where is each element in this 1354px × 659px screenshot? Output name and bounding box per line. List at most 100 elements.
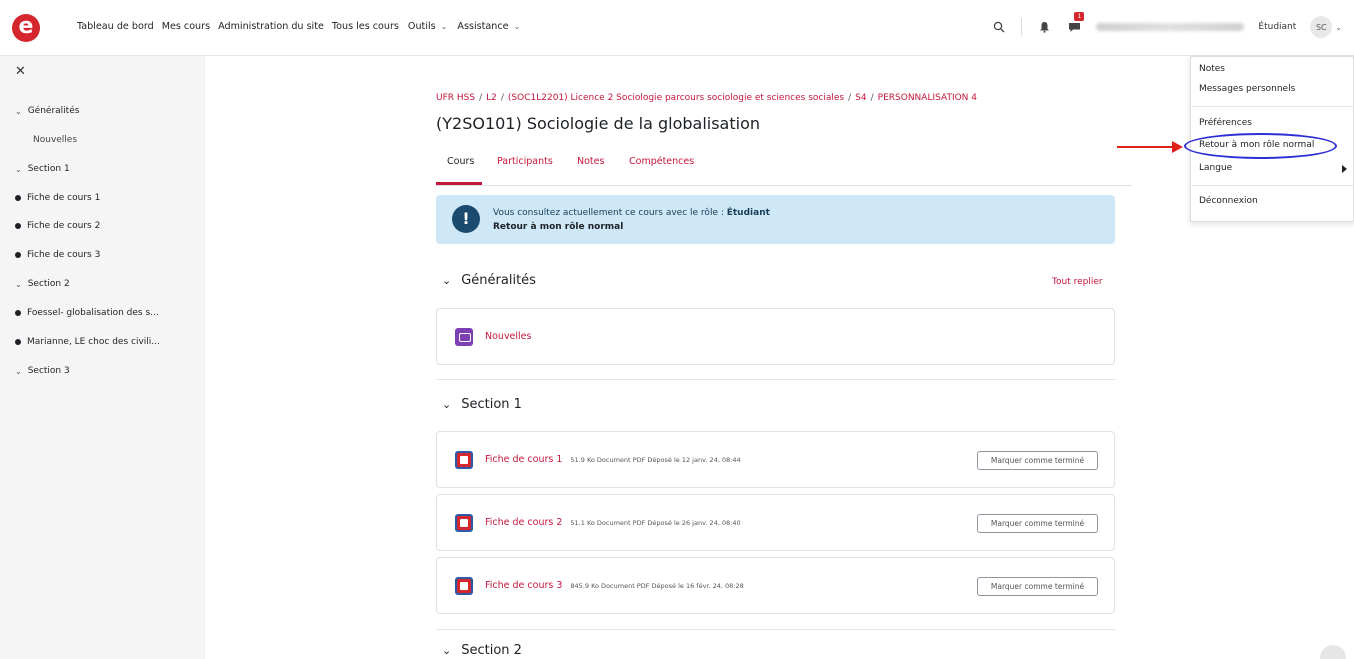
nav-my-courses[interactable]: Mes cours [161,21,211,32]
sidebar-item-label: Nouvelles [33,135,78,145]
sidebar-item-label: Généralités [27,106,80,116]
sidebar-item-fiche-3[interactable]: Fiche de cours 3 [15,250,100,260]
sidebar-item-nouvelles[interactable]: Nouvelles [33,135,77,145]
section-title: Section 1 [461,397,522,412]
sidebar-section-2[interactable]: ⌄ Section 2 [15,279,70,289]
breadcrumb-separator: / [848,93,852,103]
completion-dot-icon [15,310,21,316]
sidebar-item-fiche-2[interactable]: Fiche de cours 2 [15,221,100,231]
chevron-down-icon: ⌄ [15,106,22,116]
activity-meta: 51.9 Ko Document PDF Déposé le 12 janv. … [570,456,741,464]
tab-competences[interactable]: Compétences [629,156,694,167]
user-menu-toggle[interactable]: SC ⌄ [1310,16,1342,38]
activity-card-nouvelles: Nouvelles [436,308,1115,365]
completion-dot-icon [15,252,21,258]
close-icon[interactable]: ✕ [15,64,26,79]
breadcrumb-separator: / [870,93,874,103]
menu-item-preferences[interactable]: Préférences [1199,118,1252,128]
activity-card-fiche-2: Fiche de cours 2 51.1 Ko Document PDF Dép… [436,494,1115,551]
pdf-file-icon [455,514,473,532]
bell-icon[interactable] [1036,19,1052,35]
breadcrumb-item[interactable]: (SOC1L2201) Licence 2 Sociologie parcour… [508,93,844,103]
sidebar-section-1[interactable]: ⌄ Section 1 [15,164,70,174]
site-logo[interactable]: e [12,14,40,42]
menu-divider [1191,106,1354,107]
caret-right-icon [1342,165,1347,173]
tab-cours[interactable]: Cours [447,156,474,179]
help-button[interactable] [1320,645,1346,659]
course-tabs: Cours Participants Notes Compétences [436,156,1132,186]
chevron-down-icon: ⌄ [15,279,22,289]
sidebar-item-marianne[interactable]: Marianne, LE choc des civili... [15,337,160,347]
activity-name: Fiche de cours 3 [485,580,563,591]
breadcrumb-separator: / [479,93,483,103]
activity-card-fiche-1: Fiche de cours 1 51.9 Ko Document PDF Dép… [436,431,1115,488]
role-alert: ! Vous consultez actuellement ce cours a… [436,195,1115,244]
sidebar-item-label: Foessel- globalisation des s... [27,308,159,318]
annotation-arrow-icon [1117,141,1183,153]
section-title: Section 2 [461,643,522,658]
menu-item-messages[interactable]: Messages personnels [1199,84,1295,94]
forum-icon [455,328,473,346]
nav-tools-label: Outils [407,21,436,32]
section-header-generalites[interactable]: ⌄ Généralités [442,273,536,288]
activity-name: Fiche de cours 2 [485,517,563,528]
alert-text: Vous consultez actuellement ce cours ave… [493,208,727,218]
nav-dashboard[interactable]: Tableau de bord [76,21,155,32]
chevron-down-icon: ⌄ [442,398,452,411]
mark-done-button[interactable]: Marquer comme terminé [977,451,1098,470]
breadcrumb-item[interactable]: PERSONNALISATION 4 [878,93,977,103]
exclamation-icon: ! [452,205,480,233]
sidebar-item-label: Fiche de cours 3 [27,250,101,260]
breadcrumb-item[interactable]: UFR HSS [436,93,475,103]
menu-item-language[interactable]: Langue [1199,163,1232,173]
nav-site-admin[interactable]: Administration du site [217,21,325,32]
nav-all-courses[interactable]: Tous les cours [331,21,400,32]
mark-done-button[interactable]: Marquer comme terminé [977,514,1098,533]
tab-notes[interactable]: Notes [577,156,604,167]
avatar: SC [1310,16,1333,38]
course-index-drawer: ✕ ⌄ Généralités Nouvelles ⌄ Section 1 Fich… [0,56,205,659]
alert-message: Vous consultez actuellement ce cours ave… [493,206,770,234]
sidebar-section-3[interactable]: ⌄ Section 3 [15,366,70,376]
current-role-label: Étudiant [1258,22,1297,32]
activity-meta: 51.1 Ko Document PDF Déposé le 26 janv. … [570,519,741,527]
menu-item-notes[interactable]: Notes [1199,64,1225,74]
search-icon[interactable] [991,19,1007,35]
chevron-down-icon: ⌄ [442,274,452,287]
activity-link[interactable]: Fiche de cours 1 51.9 Ko Document PDF Dép… [485,454,741,465]
pdf-file-icon [455,451,473,469]
menu-item-logout[interactable]: Déconnexion [1199,196,1258,206]
user-navigation: 1 Étudiant SC ⌄ [991,12,1342,38]
collapse-all-link[interactable]: Tout replier [1052,277,1103,287]
sidebar-item-label: Fiche de cours 1 [27,193,101,203]
completion-dot-icon [15,195,21,201]
breadcrumb-item[interactable]: S4 [855,93,866,103]
section-divider [436,629,1115,630]
nav-help[interactable]: Assistance ⌄ [455,21,522,32]
sidebar-item-label: Section 3 [27,366,70,376]
return-normal-role-link[interactable]: Retour à mon rôle normal [493,220,770,234]
chevron-down-icon: ⌄ [15,366,22,376]
sidebar-item-foessel[interactable]: Foessel- globalisation des s... [15,308,159,318]
activity-meta: 845.9 Ko Document PDF Déposé le 16 févr.… [570,582,744,590]
alert-role: Étudiant [726,208,770,218]
section-header-1[interactable]: ⌄ Section 1 [442,397,522,412]
breadcrumb-item[interactable]: L2 [486,93,497,103]
section-header-2[interactable]: ⌄ Section 2 [442,643,522,658]
activity-card-fiche-3: Fiche de cours 3 845.9 Ko Document PDF Dé… [436,557,1115,614]
nav-tools[interactable]: Outils ⌄ [406,21,450,32]
top-navbar: e Tableau de bord Mes cours Administrati… [0,0,1354,56]
activity-link[interactable]: Fiche de cours 2 51.1 Ko Document PDF Dép… [485,517,741,528]
breadcrumb-separator: / [500,93,504,103]
mark-done-button[interactable]: Marquer comme terminé [977,577,1098,596]
sidebar-section-generalites[interactable]: ⌄ Généralités [15,106,79,116]
activity-link[interactable]: Fiche de cours 3 845.9 Ko Document PDF Dé… [485,580,744,591]
section-divider [436,379,1115,380]
breadcrumb: UFR HSS / L2/(SOC1L2201) Licence 2 Sociolo… [436,93,977,103]
messages-icon[interactable]: 1 [1066,12,1085,35]
activity-name: Fiche de cours 1 [485,454,563,465]
sidebar-item-fiche-1[interactable]: Fiche de cours 1 [15,193,100,203]
tab-participants[interactable]: Participants [497,156,553,167]
activity-link[interactable]: Nouvelles [485,331,531,342]
